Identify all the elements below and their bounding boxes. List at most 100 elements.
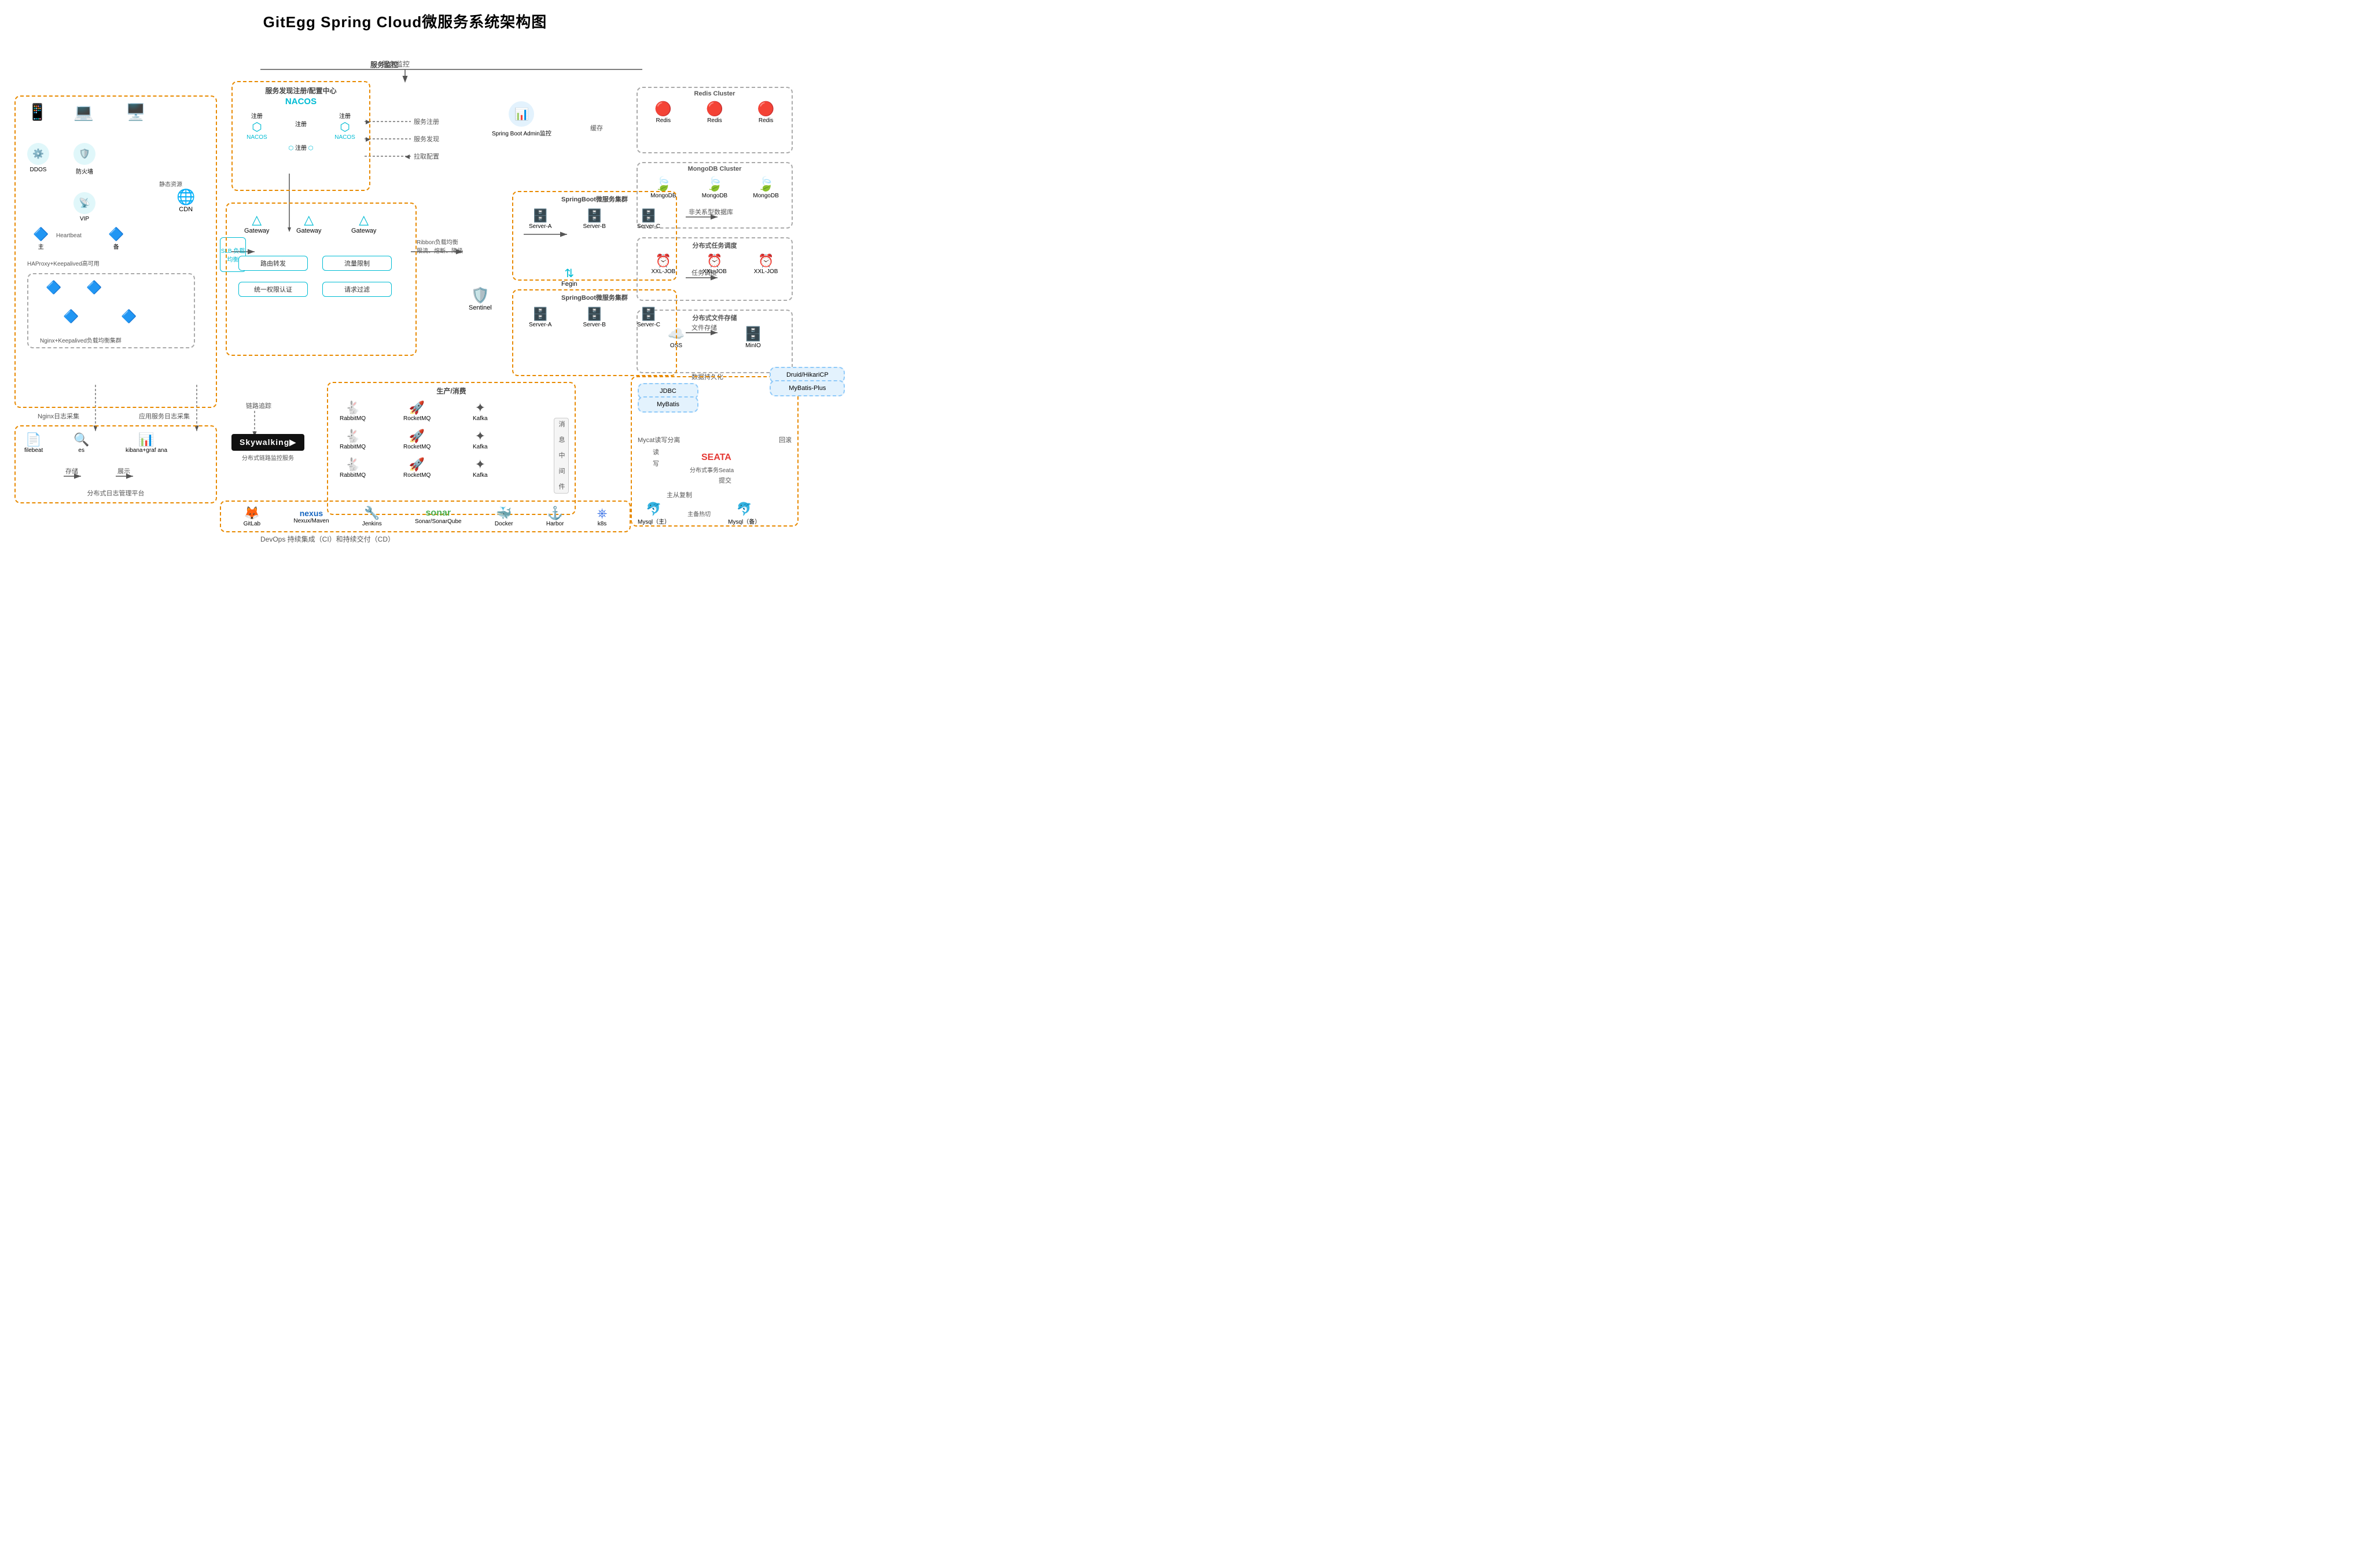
mq-title: 生产/消费 [436, 386, 466, 396]
server-b1-label: Server-B [583, 223, 605, 230]
rabbitmq3-label: RabbitMQ [340, 472, 366, 479]
cdn-label: CDN [179, 206, 193, 213]
springboot-cluster2-region: SpringBoot微服务集群 🗄️ Server-A 🗄️ Server-B … [512, 289, 677, 376]
nginx-cluster-region: 🔷 🔷 🔷 🔷 Nginx+Keepalived负载均衡集群 [27, 273, 195, 348]
ha-slave-label: 备 [113, 242, 119, 251]
route-forward-box: 路由转发 [238, 256, 308, 271]
left-ha-region: 📱 💻 🖥️ ⚙️ DDOS 🛡️ 防火墙 📡 VIP Heartbeat 🔷 [14, 95, 217, 408]
gateway1-block: △ Gateway [244, 212, 269, 234]
flow-limit-box: 流量限制 [322, 256, 392, 271]
filebeat-block: 📄 filebeat [24, 432, 43, 454]
laptop-icon: 💻 [73, 102, 94, 122]
mysql-master-label: Mysql（主） [638, 517, 670, 525]
rabbitmq2-label: RabbitMQ [340, 444, 366, 450]
nginx-node4: 🔷 [121, 309, 137, 324]
ha-slave: 🔷 备 [108, 227, 124, 251]
skywalking-block: Skywalking▶ 分布式链路监控服务 [231, 434, 304, 462]
filter-box: 请求过滤 [322, 282, 392, 297]
k8s-label: k8s [597, 521, 608, 527]
redis3-label: Redis [757, 117, 775, 124]
static-resource-label: 静态资源 [159, 179, 182, 188]
nacos-main-label: NACOS [233, 97, 369, 106]
log-region: 📄 filebeat 🔍 es 📊 kibana+graf ana 分布式日志管… [14, 425, 217, 503]
nginx-node3: 🔷 [63, 309, 79, 324]
gateway2-block: △ Gateway [296, 212, 321, 234]
firewall-block: 🛡️ 防火墙 [73, 143, 95, 175]
springboot-cluster1-region: SpringBoot微服务集群 🗄️ Server-A 🗄️ Server-B … [512, 191, 677, 281]
auth-box: 统一权限认证 [238, 282, 308, 297]
register1-label: 注册 [247, 111, 267, 120]
cache-label: 缓存 [590, 123, 603, 133]
server-c1-label: Server-C [637, 223, 660, 230]
harbor-label: Harbor [546, 521, 564, 527]
kafka2-label: Kafka [473, 444, 488, 450]
seata-text: SEATA [701, 452, 731, 463]
sonar-label: Sonar/SonarQube [415, 518, 462, 525]
rocketmq2-label: RocketMQ [403, 444, 431, 450]
spring-boot-admin-label: Spring Boot Admin监控 [492, 128, 551, 137]
skywalking-logo: Skywalking▶ [231, 434, 304, 451]
mobile-icon: 📱 [27, 102, 47, 122]
redis-cluster-region: Redis Cluster 🔴 Redis 🔴 Redis 🔴 Redis [637, 87, 793, 153]
mq-region: 生产/消费 🐇RabbitMQ 🐇RabbitMQ 🐇RabbitMQ 🚀Roc… [327, 382, 576, 515]
xxljob2-label: XXL-JOB [702, 268, 727, 275]
ddos-label: DDOS [30, 167, 47, 173]
skywalking-label: 分布式链路监控服务 [242, 453, 294, 462]
xxljob3-label: XXL-JOB [754, 268, 778, 275]
vip-block: 📡 VIP [73, 192, 95, 222]
desktop-icon: 🖥️ [126, 102, 146, 122]
ha-label: HAProxy+Keepalived高可用 [27, 259, 100, 267]
mongodb2-label: MongoDB [702, 193, 727, 199]
register3-label: 注册 [334, 111, 355, 120]
mycat-label: Mycat读写分离 [638, 435, 680, 444]
svg-text:链路追踪: 链路追踪 [246, 402, 271, 410]
mybatis-label: MyBatis [657, 401, 679, 408]
redis1-label: Redis [654, 117, 672, 124]
data-persist-region: JDBC Druid/HikariCP MyBatis MyBatis-Plus… [631, 376, 799, 527]
svg-text:服务发现: 服务发现 [414, 135, 439, 143]
docker-label: Docker [495, 521, 513, 527]
filebeat-label: filebeat [24, 447, 43, 454]
svg-text:拉取配置: 拉取配置 [414, 152, 439, 160]
mongodb3-label: MongoDB [753, 193, 778, 199]
druid-label: Druid/HikariCP [786, 371, 829, 378]
server-b2-label: Server-B [583, 322, 605, 328]
firewall-label: 防火墙 [76, 167, 93, 175]
nginx-cluster-label: Nginx+Keepalived负载均衡集群 [40, 336, 122, 344]
rocketmq1-label: RocketMQ [403, 415, 431, 422]
commit-label: 提交 [719, 476, 731, 485]
server-c2-label: Server-C [637, 322, 660, 328]
service-monitor-label: 服务监控 [370, 60, 398, 69]
route-forward-label: 路由转发 [260, 260, 286, 267]
heartbeat-label: Heartbeat [56, 233, 82, 239]
master-hot-label: 主备热切 [687, 509, 711, 518]
spring-boot-admin: 📊 Spring Boot Admin监控 [492, 101, 551, 137]
nacos-region: 服务发现注册/配置中心 NACOS 注册 ⬡ NACOS 注册 注册 ⬡ NAC… [231, 81, 370, 191]
mongodb-cluster-title: MongoDB Cluster [638, 165, 792, 172]
nexus-label: Nexux/Maven [293, 518, 329, 524]
register2-label: 注册 [295, 111, 307, 141]
kibana-block: 📊 kibana+graf ana [126, 432, 167, 454]
gateway1-label: Gateway [244, 227, 269, 234]
svg-text:应用服务日志采集: 应用服务日志采集 [139, 412, 190, 420]
mysql-slave-label: Mysql（备） [728, 517, 760, 525]
mybatis-box: MyBatis [638, 396, 698, 413]
svg-text:服务注册: 服务注册 [414, 117, 439, 126]
gateway3-block: △ Gateway [351, 212, 376, 234]
dist-log-label: 分布式日志管理平台 [87, 488, 145, 498]
jenkins-label: Jenkins [362, 521, 382, 527]
ribbon-label: Ribbon负载均衡 限流、熔断、降级 [417, 237, 463, 255]
filter-label: 请求过滤 [344, 286, 370, 293]
master-slave-label: 主从复制 [667, 490, 692, 499]
kafka1-label: Kafka [473, 415, 488, 422]
seata-label: 分布式事务Seata [690, 465, 734, 474]
nacos-region-title: 服务发现注册/配置中心 [233, 86, 369, 95]
server-a2-label: Server-A [529, 322, 551, 328]
vip-label: VIP [80, 216, 89, 222]
minio-label: MinIO [745, 343, 762, 349]
nginx-node1: 🔷 [46, 280, 61, 295]
sentinel-label: Sentinel [469, 304, 492, 311]
ha-master-label: 主 [38, 242, 44, 251]
ha-master: 🔷 主 [33, 227, 49, 251]
page-title: GitEgg Spring Cloud微服务系统架构图 [0, 0, 810, 38]
